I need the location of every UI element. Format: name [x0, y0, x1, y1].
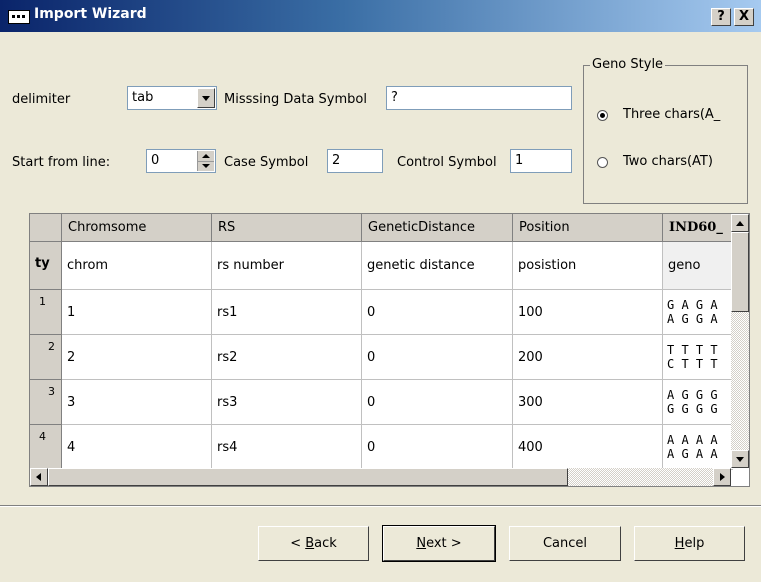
- case-symbol-input[interactable]: 2: [327, 149, 383, 173]
- delimiter-value: tab: [132, 90, 154, 105]
- grid-cell[interactable]: rs1: [212, 290, 362, 335]
- grid-cell[interactable]: geno: [663, 242, 733, 290]
- geno-cell[interactable]: G A G A A G G A: [663, 290, 733, 335]
- missing-symbol-label: Misssing Data Symbol: [224, 92, 367, 107]
- spin-up-icon[interactable]: [202, 154, 210, 158]
- grid-cell[interactable]: rs4: [212, 425, 362, 470]
- radio-two-chars[interactable]: [597, 157, 608, 168]
- geno-cell[interactable]: T T T T C T T T: [663, 335, 733, 380]
- grid-cell[interactable]: rs number: [212, 242, 362, 290]
- grid-cell[interactable]: 200: [513, 335, 663, 380]
- grid-cell[interactable]: 0: [362, 335, 513, 380]
- help-button[interactable]: Help: [634, 526, 745, 561]
- row-header[interactable]: ty: [30, 242, 62, 290]
- row-header[interactable]: 2: [30, 335, 62, 380]
- grid-cell[interactable]: genetic distance: [362, 242, 513, 290]
- row-header[interactable]: 4: [30, 425, 62, 470]
- cancel-button[interactable]: Cancel: [509, 526, 621, 561]
- grid-corner: [30, 214, 62, 242]
- start-line-value: 0: [151, 153, 160, 168]
- grid-cell[interactable]: 3: [62, 380, 212, 425]
- grid-cell[interactable]: 0: [362, 380, 513, 425]
- delimiter-select[interactable]: tab: [127, 86, 217, 110]
- control-symbol-label: Control Symbol: [397, 155, 497, 170]
- grid-cell[interactable]: 100: [513, 290, 663, 335]
- geno-cell[interactable]: A G G G G G G G: [663, 380, 733, 425]
- vertical-scrollbar[interactable]: [731, 214, 749, 468]
- missing-symbol-input[interactable]: ?: [386, 86, 572, 110]
- grid-cell[interactable]: 4: [62, 425, 212, 470]
- back-button[interactable]: < Back: [258, 526, 369, 561]
- geno-cell[interactable]: A A A A A G A A: [663, 425, 733, 470]
- control-symbol-input[interactable]: 1: [510, 149, 572, 173]
- scroll-left-button[interactable]: [30, 468, 48, 486]
- help-title-button[interactable]: ?: [711, 8, 731, 26]
- vertical-scroll-thumb[interactable]: [731, 232, 749, 312]
- next-button[interactable]: Next >: [382, 525, 496, 562]
- grid-cell[interactable]: 0: [362, 290, 513, 335]
- arrow-down-icon: [736, 457, 744, 462]
- scroll-down-button[interactable]: [731, 450, 749, 468]
- preview-grid[interactable]: Chromsome RS GeneticDistance Position IN…: [29, 213, 750, 487]
- spin-down-icon[interactable]: [202, 164, 210, 168]
- grid-cell[interactable]: 0: [362, 425, 513, 470]
- start-line-label: Start from line:: [12, 155, 111, 170]
- grid-cell[interactable]: rs2: [212, 335, 362, 380]
- window-title: Import Wizard: [34, 6, 147, 22]
- spin-buttons[interactable]: [197, 151, 214, 171]
- geno-style-legend: Geno Style: [590, 57, 666, 72]
- scroll-up-button[interactable]: [731, 214, 749, 232]
- scroll-right-button[interactable]: [713, 468, 731, 486]
- horizontal-scrollbar[interactable]: [30, 468, 731, 486]
- column-header[interactable]: Position: [513, 214, 663, 242]
- grid-cell[interactable]: 400: [513, 425, 663, 470]
- case-symbol-label: Case Symbol: [224, 155, 309, 170]
- column-header[interactable]: GeneticDistance: [362, 214, 513, 242]
- three-chars-label[interactable]: Three chars(A_: [623, 107, 720, 122]
- geno-style-group: Geno Style Three chars(A_ Two chars(AT): [583, 57, 748, 204]
- arrow-up-icon: [736, 221, 744, 226]
- horizontal-scroll-thumb[interactable]: [48, 468, 568, 486]
- column-header[interactable]: RS: [212, 214, 362, 242]
- column-header[interactable]: Chromsome: [62, 214, 212, 242]
- arrow-left-icon: [36, 473, 41, 481]
- chevron-down-icon[interactable]: [197, 88, 215, 108]
- grid-cell[interactable]: chrom: [62, 242, 212, 290]
- grid-cell[interactable]: posistion: [513, 242, 663, 290]
- start-line-stepper[interactable]: 0: [146, 149, 216, 173]
- app-icon: [8, 10, 30, 24]
- grid-cell[interactable]: 300: [513, 380, 663, 425]
- grid-cell[interactable]: 1: [62, 290, 212, 335]
- row-header[interactable]: 1: [30, 290, 62, 335]
- two-chars-label[interactable]: Two chars(AT): [623, 154, 713, 169]
- radio-three-chars[interactable]: [597, 110, 608, 121]
- title-bar[interactable]: Import Wizard ? X: [0, 0, 761, 32]
- close-button[interactable]: X: [734, 8, 754, 26]
- row-header[interactable]: 3: [30, 380, 62, 425]
- grid-cell[interactable]: 2: [62, 335, 212, 380]
- grid-cell[interactable]: rs3: [212, 380, 362, 425]
- arrow-right-icon: [720, 473, 725, 481]
- delimiter-label: delimiter: [12, 92, 71, 107]
